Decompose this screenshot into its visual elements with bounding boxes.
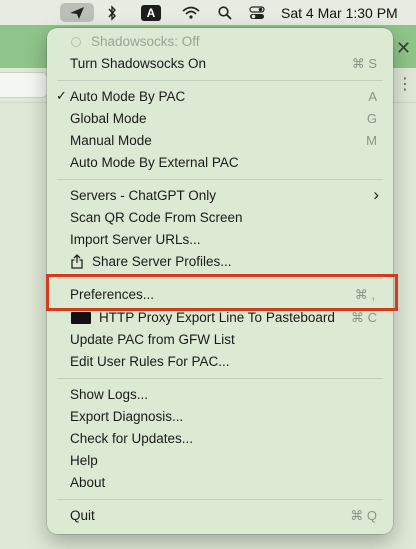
shortcut: M [366, 133, 377, 148]
menu-item-label: Auto Mode By PAC [70, 89, 186, 104]
menu-item-label: About [70, 475, 106, 490]
separator [57, 278, 383, 279]
shadowsocks-icon[interactable] [60, 3, 94, 22]
clock[interactable]: Sat 4 Mar 1:30 PM [281, 5, 398, 21]
separator [57, 80, 383, 81]
menu-item-label: Servers - ChatGPT Only [70, 188, 217, 203]
menu-item-label: Global Mode [70, 111, 147, 126]
checkmark-icon: ✓ [56, 88, 67, 103]
menu-item-label: Manual Mode [70, 133, 152, 148]
global-mode-item[interactable]: Global Mode G [47, 108, 393, 130]
menu-item-label: Check for Updates... [70, 431, 194, 446]
shortcut: ⌘ Q [350, 508, 377, 523]
quit-item[interactable]: Quit ⌘ Q [47, 505, 393, 527]
preferences-item[interactable]: Preferences... ⌘ , [47, 284, 393, 306]
menu-item-label: Quit [70, 508, 95, 523]
export-diagnosis-item[interactable]: Export Diagnosis... [47, 406, 393, 428]
more-icon[interactable]: ⋮ [397, 74, 413, 94]
menu-item-label: Preferences... [70, 287, 155, 302]
scan-qr-item[interactable]: Scan QR Code From Screen [47, 207, 393, 229]
wifi-icon[interactable] [180, 3, 202, 22]
chevron-right-icon: › [373, 185, 379, 204]
menu-item-label: Update PAC from GFW List [70, 332, 235, 347]
separator [57, 499, 383, 500]
status-dot-icon [71, 37, 81, 47]
import-urls-item[interactable]: Import Server URLs... [47, 229, 393, 251]
auto-mode-pac-item[interactable]: ✓ Auto Mode By PAC A [47, 86, 393, 108]
menu-item-label: Edit User Rules For PAC... [70, 354, 230, 369]
search-icon[interactable] [217, 3, 233, 22]
separator [57, 179, 383, 180]
shortcut: ⌘ S [351, 56, 377, 71]
bluetooth-icon[interactable] [104, 3, 120, 22]
help-item[interactable]: Help [47, 450, 393, 472]
manual-mode-item[interactable]: Manual Mode M [47, 130, 393, 152]
separator [57, 378, 383, 379]
shortcut: A [368, 89, 377, 104]
menu-item-label: Scan QR Code From Screen [70, 210, 243, 225]
edit-user-rules-item[interactable]: Edit User Rules For PAC... [47, 351, 393, 373]
auto-mode-external-pac-item[interactable]: Auto Mode By External PAC [47, 152, 393, 174]
menu-bar: A Sat 4 Mar 1:30 PM [0, 0, 416, 25]
terminal-icon [71, 312, 91, 324]
menu-item-label: HTTP Proxy Export Line To Pasteboard [99, 310, 335, 325]
menu-item-label: Auto Mode By External PAC [70, 155, 239, 170]
check-updates-item[interactable]: Check for Updates... [47, 428, 393, 450]
menu-item-label: Import Server URLs... [70, 232, 201, 247]
menu-item-label: Show Logs... [70, 387, 149, 402]
http-proxy-export-item[interactable]: HTTP Proxy Export Line To Pasteboard ⌘ C [47, 307, 393, 329]
about-item[interactable]: About [47, 472, 393, 494]
menu-item-label: Turn Shadowsocks On [70, 56, 207, 71]
control-center-icon[interactable] [248, 3, 266, 22]
update-pac-item[interactable]: Update PAC from GFW List [47, 329, 393, 351]
shortcut: G [366, 111, 377, 126]
menu-item-label: Export Diagnosis... [70, 409, 184, 424]
address-field[interactable] [0, 72, 48, 98]
status-item: Shadowsocks: Off [47, 31, 393, 53]
status-label: Shadowsocks: Off [91, 34, 200, 49]
shortcut: ⌘ , [354, 287, 375, 302]
input-source-icon[interactable]: A [140, 3, 162, 22]
menu-item-label: Share Server Profiles... [92, 254, 232, 269]
shadowsocks-menu: Shadowsocks: Off Turn Shadowsocks On ⌘ S… [47, 28, 393, 534]
servers-item[interactable]: Servers - ChatGPT Only › [47, 185, 393, 207]
menu-item-label: Help [70, 453, 98, 468]
turn-on-item[interactable]: Turn Shadowsocks On ⌘ S [47, 53, 393, 75]
share-icon [71, 254, 83, 272]
close-icon[interactable]: ✕ [396, 38, 411, 59]
shortcut: ⌘ C [351, 310, 377, 325]
input-source-badge: A [141, 4, 161, 21]
show-logs-item[interactable]: Show Logs... [47, 384, 393, 406]
share-profiles-item[interactable]: Share Server Profiles... [47, 251, 393, 273]
